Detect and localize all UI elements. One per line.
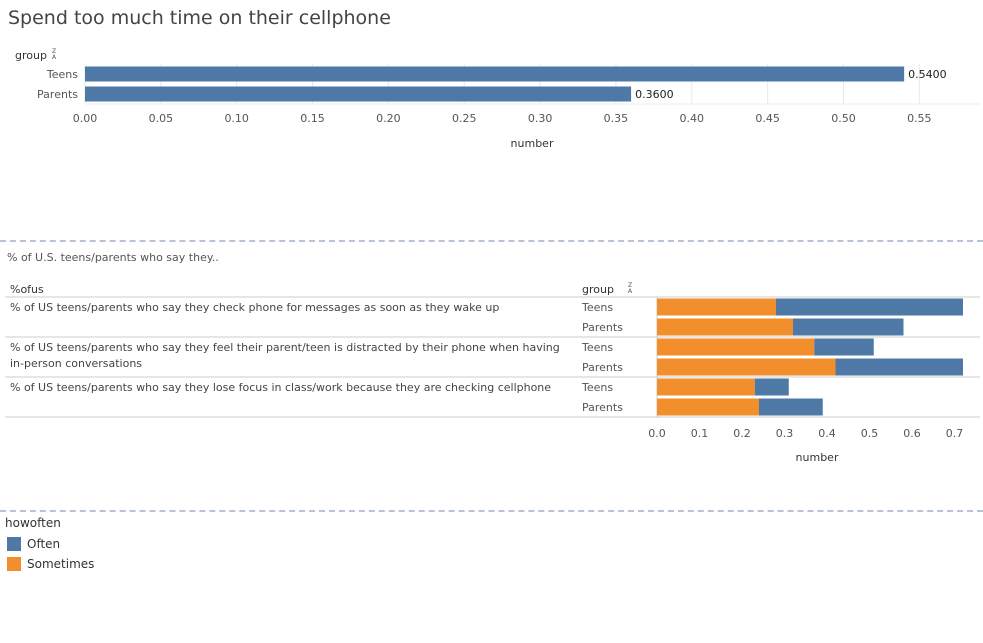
bar-often bbox=[759, 398, 823, 416]
row-label: Teens bbox=[581, 341, 613, 354]
bar-often bbox=[776, 298, 963, 316]
bar-sometimes bbox=[657, 358, 836, 376]
x-axis-title: number bbox=[796, 451, 839, 464]
legend: howoften Often Sometimes bbox=[5, 516, 94, 574]
bar-sometimes bbox=[657, 298, 776, 316]
chart-teens-parents-behaviors: %ofus group ZA % of US teens/parents who sa… bbox=[5, 282, 980, 464]
bar-often bbox=[814, 338, 874, 356]
bar-often bbox=[754, 378, 789, 396]
column-header-group: group bbox=[582, 283, 614, 296]
legend-swatch-often bbox=[7, 537, 21, 551]
x-tick-label: 0.1 bbox=[691, 427, 709, 440]
bar-sometimes bbox=[657, 378, 755, 396]
legend-item-often[interactable]: Often bbox=[5, 534, 94, 554]
legend-title: howoften bbox=[5, 516, 61, 530]
group-label: % of US teens/parents who say they feel … bbox=[10, 341, 560, 354]
group-label: in-person conversations bbox=[10, 357, 142, 370]
row-label: Parents bbox=[582, 361, 623, 374]
x-tick-label: 0.3 bbox=[776, 427, 794, 440]
row-label: Parents bbox=[582, 321, 623, 334]
legend-swatch-sometimes bbox=[7, 557, 21, 571]
bar-sometimes bbox=[657, 338, 815, 356]
bar-often bbox=[835, 358, 963, 376]
row-label: Teens bbox=[581, 301, 613, 314]
x-tick-label: 0.2 bbox=[733, 427, 751, 440]
legend-label-often: Often bbox=[27, 537, 61, 551]
x-tick-label: 0.0 bbox=[648, 427, 666, 440]
legend-label-sometimes: Sometimes bbox=[27, 557, 95, 571]
section-divider-2 bbox=[0, 510, 983, 512]
legend-item-sometimes[interactable]: Sometimes bbox=[5, 554, 94, 574]
x-tick-label: 0.7 bbox=[946, 427, 964, 440]
x-tick-label: 0.6 bbox=[903, 427, 921, 440]
sort-alpha-icon-a: A bbox=[628, 288, 633, 295]
row-label: Teens bbox=[581, 381, 613, 394]
sort-alpha-icon: ZA bbox=[628, 282, 633, 295]
group-label: % of US teens/parents who say they lose … bbox=[10, 381, 551, 394]
x-tick-label: 0.5 bbox=[861, 427, 879, 440]
bar-sometimes bbox=[657, 318, 793, 336]
bar-sometimes bbox=[657, 398, 759, 416]
row-label: Parents bbox=[582, 401, 623, 414]
bar-often bbox=[793, 318, 904, 336]
column-header-ofus: %ofus bbox=[10, 283, 44, 296]
group-label: % of US teens/parents who say they check… bbox=[10, 301, 499, 314]
x-tick-label: 0.4 bbox=[818, 427, 836, 440]
